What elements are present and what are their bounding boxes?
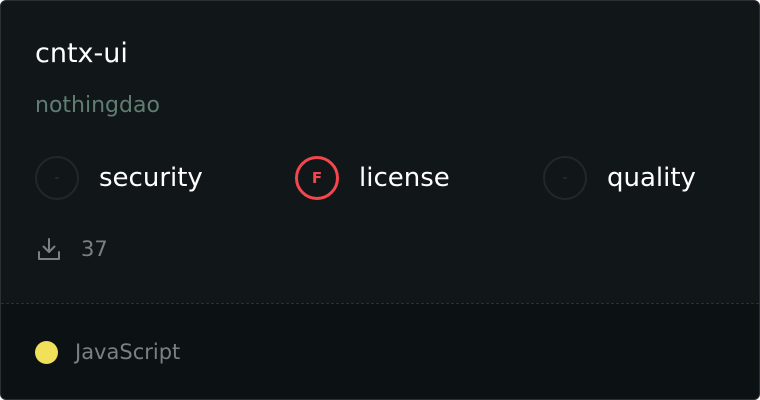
card-body: cntx-ui nothingdao - security F license … xyxy=(1,1,759,302)
language-color-dot xyxy=(35,340,58,364)
quality-grade-badge: - xyxy=(543,156,587,200)
license-grade-badge: F xyxy=(295,156,339,200)
score-security: - security xyxy=(35,154,203,202)
download-icon xyxy=(35,235,63,263)
download-count: 37 xyxy=(81,237,108,261)
score-license: F license xyxy=(295,154,450,202)
security-grade-badge: - xyxy=(35,156,79,200)
language: JavaScript xyxy=(35,337,180,367)
package-owner[interactable]: nothingdao xyxy=(35,92,160,120)
package-card[interactable]: cntx-ui nothingdao - security F license … xyxy=(0,0,760,400)
license-label: license xyxy=(359,163,450,193)
security-label: security xyxy=(99,163,203,193)
language-name: JavaScript xyxy=(75,340,181,364)
score-quality: - quality xyxy=(543,154,696,202)
quality-label: quality xyxy=(607,163,696,193)
package-name[interactable]: cntx-ui xyxy=(35,37,128,71)
downloads: 37 xyxy=(35,233,108,265)
